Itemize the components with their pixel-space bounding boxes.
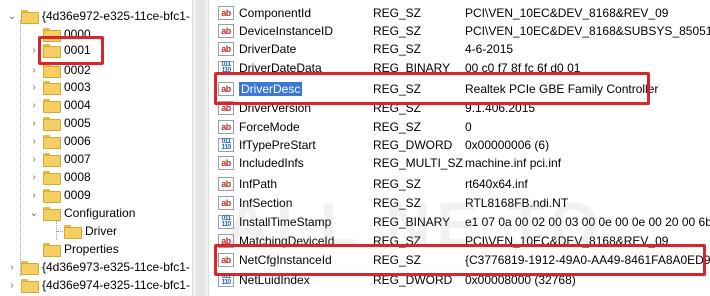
folder-icon [43, 64, 61, 78]
value-row-deviceinstanceid[interactable]: ab DeviceInstanceID REG_SZ PCI\VEN_10EC&… [209, 22, 710, 40]
tree-item-label: {4d36e973-e325-11ce-bfc1- [42, 260, 190, 274]
value-type: REG_MULTI_SZ [373, 156, 463, 170]
value-name: DeviceInstanceID [239, 24, 334, 38]
folder-icon [21, 10, 39, 24]
tree-item-label: Configuration [64, 206, 136, 220]
tree-item-0005[interactable]: › 0005 [28, 114, 91, 132]
string-value-icon: ab [218, 156, 234, 170]
folder-icon [43, 171, 61, 185]
expand-arrow-icon[interactable]: › [28, 136, 40, 147]
folder-icon [43, 207, 61, 221]
tree-item-0004[interactable]: › 0004 [28, 96, 91, 114]
tree-item-label: 0007 [64, 152, 91, 166]
expand-arrow-icon[interactable]: ⌄ [6, 11, 18, 22]
tree-item-driver[interactable]: Driver [49, 222, 117, 240]
binary-value-icon: 011 110 [218, 138, 234, 152]
value-name: InfPath [239, 177, 278, 191]
value-data: PCI\VEN_10EC&DEV_8168&SUBSYS_85051043& [465, 24, 710, 38]
value-type: REG_SZ [373, 24, 422, 38]
expand-arrow-icon[interactable]: › [28, 154, 40, 165]
value-type: REG_SZ [373, 177, 422, 191]
tree-item-class-4d36e972[interactable]: ⌄ {4d36e972-e325-11ce-bfc1- [6, 7, 190, 25]
value-name: DriverDate [239, 42, 297, 56]
tree-item-properties[interactable]: Properties [28, 240, 119, 258]
tree-item-0007[interactable]: › 0007 [28, 150, 91, 168]
value-data: 0 [465, 120, 472, 134]
tree-item-0008[interactable]: › 0008 [28, 168, 91, 186]
value-row-includedinfs[interactable]: ab IncludedInfs REG_MULTI_SZ machine.inf… [209, 154, 710, 172]
folder-icon [43, 135, 61, 149]
expand-arrow-icon[interactable]: › [6, 280, 18, 291]
tree-item-label: Properties [64, 242, 119, 256]
tree-item-class-4d36e974[interactable]: › {4d36e974-e325-11ce-bfc1- [6, 276, 190, 294]
value-data: PCI\VEN_10EC&DEV_8168&REV_09 [465, 6, 669, 20]
value-type: REG_SZ [373, 6, 422, 20]
highlight-box-driverdesc [214, 72, 650, 105]
tree-item-label: 0004 [64, 98, 91, 112]
expand-arrow-icon[interactable]: › [28, 65, 40, 76]
string-value-icon: ab [218, 24, 234, 38]
folder-icon [64, 225, 82, 239]
folder-icon [43, 243, 61, 257]
tree-item-label: 0005 [64, 116, 91, 130]
value-row-forcemode[interactable]: ab ForceMode REG_SZ 0 [209, 118, 710, 136]
string-value-icon: ab [218, 177, 234, 191]
folder-icon [43, 189, 61, 203]
highlight-box-0001 [38, 36, 104, 65]
folder-icon [43, 117, 61, 131]
expand-arrow-icon[interactable]: › [6, 262, 18, 273]
value-data: 0x00000006 (6) [465, 138, 550, 152]
folder-icon [43, 153, 61, 167]
tree-item-label: 0002 [64, 63, 91, 77]
expand-arrow-icon[interactable]: › [28, 100, 40, 111]
folder-icon [43, 81, 61, 95]
collapse-arrow-icon[interactable]: ⌄ [28, 208, 40, 219]
value-name: ComponentId [239, 6, 312, 20]
tree-item-0006[interactable]: › 0006 [28, 132, 91, 150]
value-row-iftypeprestart[interactable]: 011 110 IfTypePreStart REG_DWORD 0x00000… [209, 136, 710, 154]
value-type: REG_SZ [373, 42, 422, 56]
value-data: rt640x64.inf [465, 177, 528, 191]
tree-item-0009[interactable]: › 0009 [28, 186, 91, 204]
tree-item-label: 0009 [64, 188, 91, 202]
folder-icon [21, 261, 39, 275]
highlight-box-netcfginstanceid [214, 244, 706, 276]
expand-arrow-icon[interactable]: › [28, 172, 40, 183]
pane-splitter-scrollbar[interactable] [192, 0, 209, 296]
value-row-componentid[interactable]: ab ComponentId REG_SZ PCI\VEN_10EC&DEV_8… [209, 4, 710, 22]
tree-item-label: {4d36e972-e325-11ce-bfc1- [42, 9, 190, 23]
string-value-icon: ab [218, 6, 234, 20]
tree-item-label: 0006 [64, 134, 91, 148]
string-value-icon: ab [218, 120, 234, 134]
value-data: machine.inf pci.inf [465, 156, 562, 170]
tree-item-class-4d36e973[interactable]: › {4d36e973-e325-11ce-bfc1- [6, 258, 190, 276]
tree-item-label: Driver [85, 224, 117, 238]
folder-icon [21, 279, 39, 293]
tree-guide-line [20, 20, 21, 276]
value-type: REG_DWORD [373, 138, 453, 152]
value-name: IncludedInfs [239, 156, 304, 170]
expand-arrow-icon[interactable]: › [28, 82, 40, 93]
value-name: ForceMode [239, 120, 300, 134]
scrollbar-thumb[interactable] [196, 0, 205, 296]
tree-item-label: 0008 [64, 170, 91, 184]
tree-item-label: 0003 [64, 80, 91, 94]
value-type: REG_SZ [373, 120, 422, 134]
expand-arrow-icon[interactable]: › [28, 118, 40, 129]
value-row-driverdate[interactable]: ab DriverDate REG_SZ 4-6-2015 [209, 40, 710, 58]
value-name: IfTypePreStart [239, 138, 316, 152]
folder-icon [43, 99, 61, 113]
tree-item-label: {4d36e974-e325-11ce-bfc1- [42, 278, 190, 292]
tree-item-0003[interactable]: › 0003 [28, 78, 91, 96]
string-value-icon: ab [218, 42, 234, 56]
expand-arrow-icon[interactable]: › [28, 190, 40, 201]
value-data: 4-6-2015 [465, 42, 514, 56]
tree-item-configuration[interactable]: ⌄ Configuration [28, 204, 135, 222]
